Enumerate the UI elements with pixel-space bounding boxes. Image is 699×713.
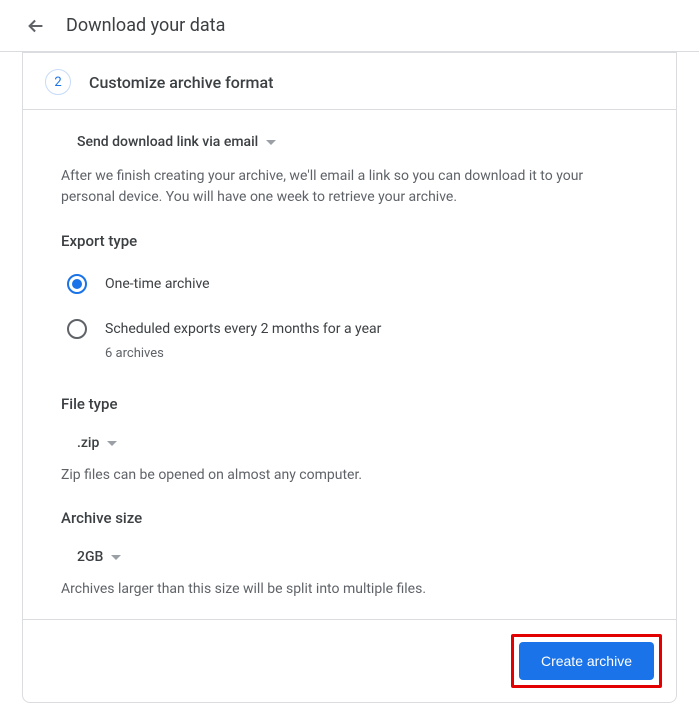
- radio-icon: [67, 274, 87, 294]
- file-type-selected: .zip: [77, 435, 99, 451]
- radio-icon: [67, 319, 87, 339]
- page-title: Download your data: [66, 15, 225, 36]
- archive-size-dropdown[interactable]: 2GB: [61, 543, 125, 571]
- file-type-title: File type: [61, 395, 638, 413]
- delivery-method-selected: Send download link via email: [77, 134, 258, 150]
- radio-label: Scheduled exports every 2 months for a y…: [105, 319, 381, 340]
- chevron-down-icon: [107, 435, 117, 451]
- delivery-method-dropdown[interactable]: Send download link via email: [61, 128, 280, 156]
- export-type-option-scheduled[interactable]: Scheduled exports every 2 months for a y…: [61, 311, 638, 369]
- delivery-method-description: After we finish creating your archive, w…: [61, 166, 638, 208]
- file-type-help: Zip files can be opened on almost any co…: [61, 467, 638, 483]
- panel-footer: Create archive: [23, 619, 676, 702]
- radio-sublabel: 6 archives: [105, 346, 381, 361]
- back-arrow-icon[interactable]: [24, 14, 48, 38]
- chevron-down-icon: [111, 549, 121, 565]
- export-type-option-onetime[interactable]: One-time archive: [61, 266, 638, 303]
- panel-content: Send download link via email After we fi…: [23, 110, 676, 597]
- page-header: Download your data: [0, 0, 699, 52]
- step-header: 2 Customize archive format: [23, 53, 676, 110]
- export-type-title: Export type: [61, 232, 638, 250]
- radio-label: One-time archive: [105, 274, 210, 295]
- step-number-badge: 2: [45, 69, 71, 95]
- create-archive-button[interactable]: Create archive: [519, 642, 654, 680]
- file-type-dropdown[interactable]: .zip: [61, 429, 121, 457]
- archive-size-help: Archives larger than this size will be s…: [61, 581, 638, 597]
- archive-size-title: Archive size: [61, 509, 638, 527]
- step-title: Customize archive format: [89, 73, 273, 92]
- chevron-down-icon: [266, 134, 276, 150]
- customize-panel: 2 Customize archive format Send download…: [22, 52, 677, 703]
- archive-size-selected: 2GB: [77, 549, 103, 565]
- highlight-box: Create archive: [511, 634, 662, 688]
